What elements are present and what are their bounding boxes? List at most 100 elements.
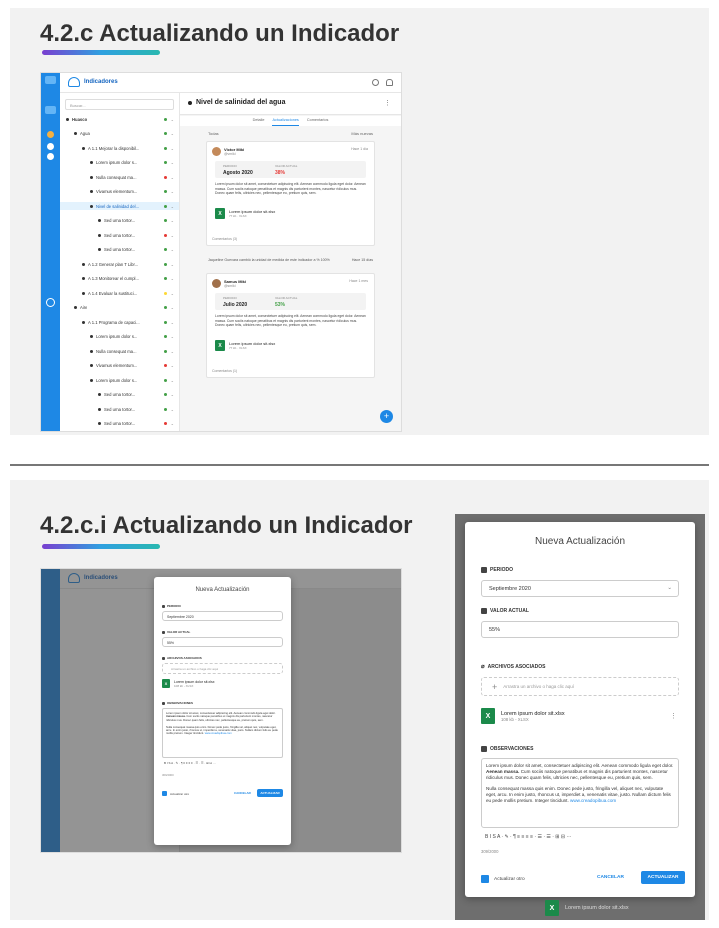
tree-item[interactable]: Sed urna tortor... ⌄: [98, 217, 179, 225]
tree-item[interactable]: Lorem ipsum dolor s... ⌄: [90, 376, 179, 384]
app-brand[interactable]: Indicadores: [68, 77, 118, 87]
valor-label: VALOR ACTUAL: [162, 630, 190, 634]
chevron-down-icon: ⌄: [667, 585, 672, 591]
valor-input[interactable]: 55%: [162, 637, 283, 647]
tree-item-label: Lorem ipsum dolor s...: [96, 377, 138, 383]
rail-help-icon[interactable]: [46, 298, 55, 307]
chevron-down-icon[interactable]: ⌄: [171, 204, 174, 209]
chevron-down-icon[interactable]: ⌄: [171, 131, 174, 136]
editor-toolbar[interactable]: B I S A · ✎ · ¶ ≡ ≡ ≡ ≡ · ☰ · ☰ · ⊞ ⊟ ··…: [164, 761, 216, 765]
file-drop-zone[interactable]: Arrastra un archivo o haga clic aquí: [162, 663, 283, 674]
paperclip-icon: ⌀: [481, 664, 485, 670]
tree-item[interactable]: Vivamus elementum... ⌄: [90, 362, 179, 370]
periodo-select[interactable]: Septiembre 2020: [162, 611, 283, 621]
chevron-down-icon[interactable]: ⌄: [171, 320, 174, 325]
obs-link[interactable]: www.creadopibua.com: [570, 798, 616, 803]
tree-item[interactable]: Nivel de salinidad del... ⌄: [60, 202, 179, 210]
chevron-down-icon[interactable]: ⌄: [171, 378, 174, 383]
cancel-button[interactable]: CANCELAR: [234, 791, 251, 795]
chevron-down-icon[interactable]: ⌄: [171, 146, 174, 151]
separator-line: [10, 464, 709, 466]
cancel-button[interactable]: CANCELAR: [597, 875, 624, 880]
valor-input[interactable]: 55%: [481, 621, 679, 638]
chevron-down-icon[interactable]: ⌄: [171, 334, 174, 339]
chevron-down-icon[interactable]: ⌄: [171, 276, 174, 281]
comments-link[interactable]: Comentarios (1): [212, 369, 237, 373]
chevron-down-icon[interactable]: ⌄: [171, 363, 174, 368]
tree-item[interactable]: Sed urna tortor... ⌄: [98, 405, 179, 413]
rail-logo[interactable]: [45, 76, 56, 84]
status-dot: [164, 146, 167, 150]
tree-item[interactable]: Nulla consequat ma... ⌄: [90, 173, 179, 181]
attachment[interactable]: X Lorem ipsum dolor sit.xlsx 77 kb · XLSX: [215, 340, 275, 351]
tree-item[interactable]: A 1.3 Monitorear el cumpl... ⌄: [82, 275, 179, 283]
add-update-button[interactable]: +: [380, 410, 393, 423]
tree-item[interactable]: Sed urna tortor... ⌄: [98, 391, 179, 399]
settings-icon[interactable]: [372, 79, 379, 86]
chevron-down-icon[interactable]: ⌄: [171, 175, 174, 180]
tree-item[interactable]: Nulla consequat ma... ⌄: [90, 347, 179, 355]
tree-item[interactable]: Huasco ⌄: [66, 115, 179, 123]
attachment[interactable]: X Lorem ipsum dolor sit.xlsx 77 kb · XLSX: [215, 208, 275, 219]
values-box: PERIODO Julio 2020 VALOR ACTUAL 53%: [215, 293, 366, 310]
chevron-down-icon[interactable]: ⌄: [171, 305, 174, 310]
attachment-more-icon[interactable]: ⋮: [670, 712, 677, 720]
tree-item[interactable]: Lorem ipsum dolor s... ⌄: [90, 159, 179, 167]
tree-item[interactable]: Vivamus elementum... ⌄: [90, 188, 179, 196]
submit-button[interactable]: ACTUALIZAR: [641, 871, 685, 884]
tree-item[interactable]: Sed urna tortor... ⌄: [98, 231, 179, 239]
tree-item[interactable]: A 1.4 Evaluar la sustituci... ⌄: [82, 289, 179, 297]
behind-file-name: Lorem ipsum dolor sit.xlsx: [565, 905, 629, 911]
chevron-down-icon[interactable]: ⌄: [171, 218, 174, 223]
tree-item[interactable]: A 1.2 Generar plan T Libr... ⌄: [82, 260, 179, 268]
filter-left[interactable]: Todas: [208, 131, 219, 136]
tree-item[interactable]: Sed urna tortor... ⌄: [98, 420, 179, 428]
tree-item[interactable]: Lorem ipsum dolor s... ⌄: [90, 333, 179, 341]
checkbox-label: Actualizar otro: [494, 876, 525, 882]
tree-bullet-icon: [90, 335, 93, 338]
chevron-down-icon[interactable]: ⌄: [171, 349, 174, 354]
tree-item-label: Agua: [80, 131, 90, 136]
rail-nav-icon[interactable]: [47, 153, 54, 160]
file-drop-zone[interactable]: + Arrastra un archivo o haga clic aquí: [481, 677, 679, 696]
chevron-down-icon[interactable]: ⌄: [171, 247, 174, 252]
tree-bullet-icon: [82, 291, 85, 295]
rail-avatar-icon[interactable]: [47, 131, 54, 138]
tree-item[interactable]: Aire ⌄: [74, 304, 179, 312]
chevron-down-icon[interactable]: ⌄: [171, 189, 174, 194]
chevron-down-icon[interactable]: ⌄: [171, 262, 174, 267]
tree-item[interactable]: Agua ⌄: [74, 130, 179, 138]
tab-actualizaciones[interactable]: Actualizaciones: [272, 118, 299, 126]
tab-comentarios[interactable]: Comentarios: [307, 118, 329, 126]
chevron-down-icon[interactable]: ⌄: [171, 291, 174, 296]
tree-item[interactable]: A 1.1 Mejorar la disponibil... ⌄: [82, 144, 179, 152]
tree-item[interactable]: A 1.1 Programa de capaci... ⌄: [82, 318, 179, 326]
app-window: Indicadores Buscar... Huasco ⌄ Agua ⌄ A 1.1 …: [40, 72, 402, 432]
status-dot: [164, 190, 167, 193]
comments-link[interactable]: Comentarios (3): [212, 237, 237, 241]
chevron-down-icon[interactable]: ⌄: [171, 160, 174, 165]
actualizar-otro-checkbox[interactable]: Actualizar otro: [481, 875, 525, 883]
observaciones-editor[interactable]: Lorem ipsum dolor sit amet, consectetuer…: [162, 708, 283, 758]
chevron-down-icon[interactable]: ⌄: [171, 117, 174, 122]
filter-right[interactable]: Más nuevas: [351, 131, 373, 136]
chevron-down-icon[interactable]: ⌄: [171, 421, 174, 426]
attachment[interactable]: X Lorem ipsum dolor sit.xlsx 108 kb - XLS…: [162, 679, 214, 688]
chevron-down-icon[interactable]: ⌄: [171, 407, 174, 412]
chevron-down-icon[interactable]: ⌄: [171, 392, 174, 397]
attachment[interactable]: X Lorem ipsum dolor sit.xlsx 108 kb - XLS…: [481, 708, 565, 724]
editor-toolbar[interactable]: B I S A · ✎ · ¶ ≡ ≡ ≡ ≡ · ☰ · ☰ · ⊞ ⊟ ··…: [485, 834, 571, 840]
rail-nav-icon[interactable]: [47, 143, 54, 150]
more-menu-icon[interactable]: ⋮: [384, 99, 391, 107]
notifications-icon[interactable]: [386, 79, 393, 86]
tab-detalle[interactable]: Detalle: [253, 118, 265, 126]
periodo-select[interactable]: Septiembre 2020 ⌄: [481, 580, 679, 597]
modal-title: Nueva Actualización: [534, 536, 626, 547]
observaciones-editor[interactable]: Lorem ipsum dolor sit amet, consectetuer…: [481, 758, 679, 828]
chevron-down-icon[interactable]: ⌄: [171, 233, 174, 238]
submit-button[interactable]: ACTUALIZAR: [257, 789, 283, 797]
tree-item[interactable]: Sed urna tortor... ⌄: [98, 246, 179, 254]
search-input[interactable]: Buscar...: [65, 99, 174, 110]
rail-menu-icon[interactable]: [45, 106, 56, 114]
actualizar-otro-checkbox[interactable]: Actualizar otro: [162, 791, 189, 796]
